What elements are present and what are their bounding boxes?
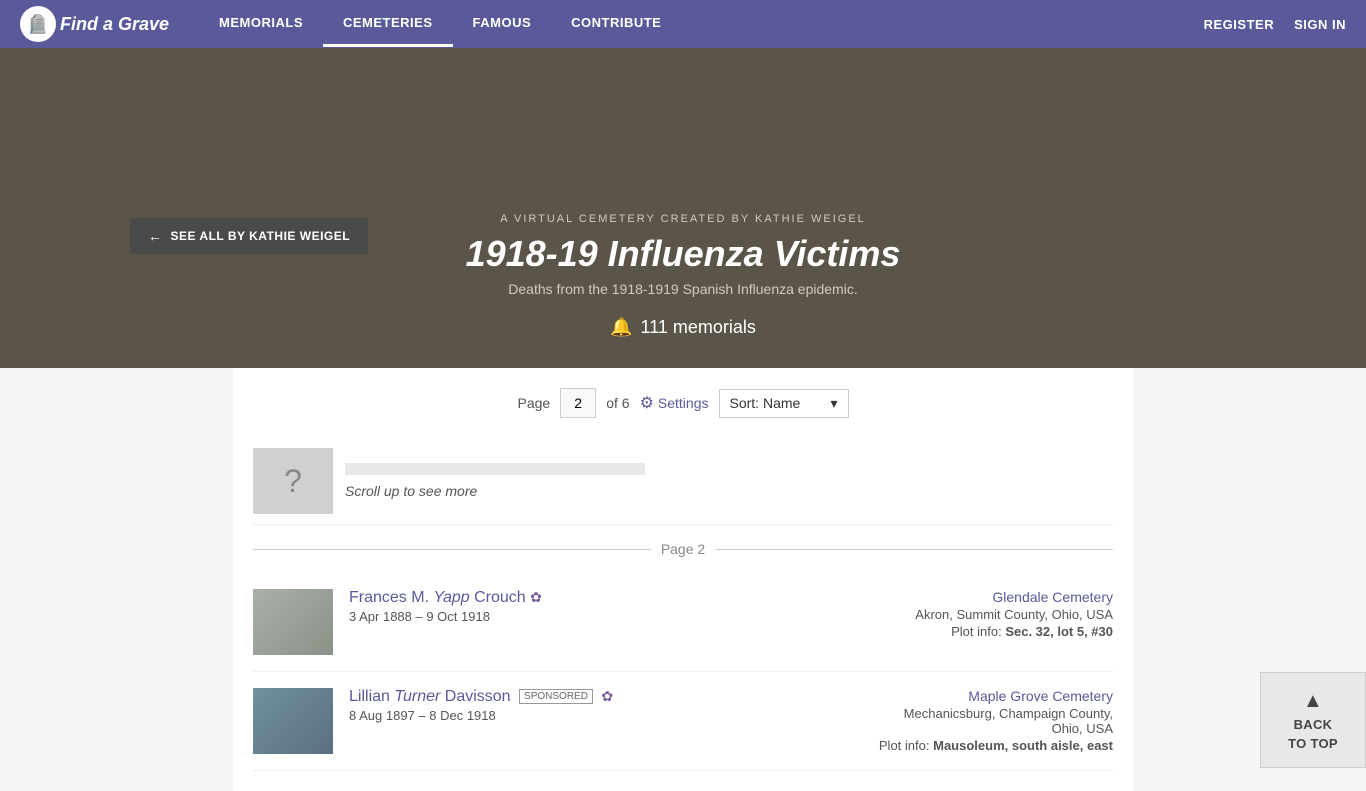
scroll-bar-area: Scroll up to see more [345, 463, 1113, 499]
nav-link-contribute[interactable]: CONTRIBUTE [551, 1, 681, 47]
signin-link[interactable]: SIGN IN [1294, 17, 1346, 32]
back-label2: TO TOP [1288, 736, 1338, 751]
name-italic: Yapp [433, 589, 469, 606]
name-suffix: Crouch [474, 589, 526, 606]
name-prefix: Frances M. [349, 589, 429, 606]
nav-right: REGISTER SIGN IN [1204, 17, 1346, 32]
hero-count-value: 111 memorials [641, 317, 756, 338]
divider-line-right [715, 549, 1113, 550]
navigation: 🪦 Find a Grave MEMORIALS CEMETERIES FAMO… [0, 0, 1366, 48]
flower-icon: ✿ [530, 589, 542, 605]
up-arrow-icon: ▲ [1303, 690, 1323, 713]
plot-label: Plot info: [879, 738, 930, 753]
cemetery-plot: Plot info: Mausoleum, south aisle, east [853, 738, 1113, 753]
name-italic: Turner [394, 688, 440, 705]
logo-icon: 🪦 [20, 6, 56, 42]
memorial-item: Frances M. Yapp Crouch ✿ 3 Apr 1888 – 9 … [253, 573, 1113, 672]
page-total: of 6 [606, 395, 629, 411]
hero-title: 1918-19 Influenza Victims [466, 233, 901, 275]
sponsored-badge: SPONSORED [519, 689, 593, 704]
page-divider: Page 2 [253, 541, 1113, 557]
divider-line-left [253, 549, 651, 550]
settings-label: Settings [658, 395, 709, 411]
plot-value: Sec. 32, lot 5, #30 [1005, 624, 1113, 639]
name-suffix: Davisson [445, 688, 511, 705]
chevron-down-icon: ▾ [830, 395, 837, 412]
memorial-name[interactable]: Frances M. Yapp Crouch ✿ [349, 589, 837, 607]
scroll-card: ? Scroll up to see more [253, 438, 1113, 525]
flower-icon: ✿ [601, 688, 613, 704]
nav-link-memorials[interactable]: MEMORIALS [199, 1, 323, 47]
sort-dropdown[interactable]: Sort: Name ▾ [719, 389, 849, 418]
back-to-top-button[interactable]: ▲ BACK TO TOP [1260, 672, 1366, 768]
cemetery-name[interactable]: Maple Grove Cemetery [853, 688, 1113, 704]
memorial-item: Lillian Turner Davisson SPONSORED ✿ 8 Au… [253, 672, 1113, 771]
see-all-button[interactable]: ← SEE ALL BY KATHIE WEIGEL [130, 218, 368, 254]
nav-link-famous[interactable]: FAMOUS [453, 1, 552, 47]
back-label1: BACK [1294, 717, 1333, 732]
memorial-dates: 8 Aug 1897 – 8 Dec 1918 [349, 708, 837, 723]
cemetery-location: Mechanicsburg, Champaign County,Ohio, US… [853, 706, 1113, 736]
page-label: Page [517, 395, 550, 411]
sort-label: Sort: Name [730, 395, 801, 411]
settings-button[interactable]: ⚙ Settings [640, 393, 709, 413]
plot-label: Plot info: [951, 624, 1002, 639]
question-thumbnail: ? [253, 448, 333, 514]
see-all-label: SEE ALL BY KATHIE WEIGEL [171, 229, 351, 243]
memorial-cemetery: Maple Grove Cemetery Mechanicsburg, Cham… [853, 688, 1113, 753]
register-link[interactable]: REGISTER [1204, 17, 1274, 32]
memorial-info: Frances M. Yapp Crouch ✿ 3 Apr 1888 – 9 … [349, 589, 837, 624]
bell-icon: 🔔 [610, 317, 632, 338]
nav-links: MEMORIALS CEMETERIES FAMOUS CONTRIBUTE [199, 1, 1204, 47]
memorial-dates: 3 Apr 1888 – 9 Oct 1918 [349, 609, 837, 624]
cemetery-name[interactable]: Glendale Cemetery [853, 589, 1113, 605]
logo[interactable]: 🪦 Find a Grave [20, 6, 169, 42]
page-input[interactable] [560, 388, 596, 418]
back-arrow-icon: ← [148, 228, 163, 244]
hero-description: Deaths from the 1918-1919 Spanish Influe… [508, 281, 857, 297]
hero-section: ← SEE ALL BY KATHIE WEIGEL A VIRTUAL CEM… [0, 48, 1366, 368]
main-content: Page of 6 ⚙ Settings Sort: Name ▾ ? Scro… [233, 368, 1133, 791]
memorial-info: Lillian Turner Davisson SPONSORED ✿ 8 Au… [349, 688, 837, 723]
pagination-bar: Page of 6 ⚙ Settings Sort: Name ▾ [253, 388, 1113, 418]
scroll-up-text: Scroll up to see more [345, 483, 1113, 499]
hero-subtitle: A VIRTUAL CEMETERY CREATED BY KATHIE WEI… [500, 213, 866, 225]
plot-value: Mausoleum, south aisle, east [933, 738, 1113, 753]
cemetery-location: Akron, Summit County, Ohio, USA [853, 607, 1113, 622]
memorial-thumbnail[interactable] [253, 589, 333, 655]
name-prefix: Lillian [349, 688, 390, 705]
scroll-placeholder-bar [345, 463, 645, 475]
hero-count: 🔔 111 memorials [610, 317, 756, 338]
gear-icon: ⚙ [640, 393, 654, 413]
logo-text: Find a Grave [60, 14, 169, 35]
nav-link-cemeteries[interactable]: CEMETERIES [323, 1, 453, 47]
cemetery-plot: Plot info: Sec. 32, lot 5, #30 [853, 624, 1113, 639]
memorial-name[interactable]: Lillian Turner Davisson SPONSORED ✿ [349, 688, 837, 706]
memorial-thumbnail[interactable] [253, 688, 333, 754]
memorial-cemetery: Glendale Cemetery Akron, Summit County, … [853, 589, 1113, 639]
page-divider-label: Page 2 [661, 541, 705, 557]
